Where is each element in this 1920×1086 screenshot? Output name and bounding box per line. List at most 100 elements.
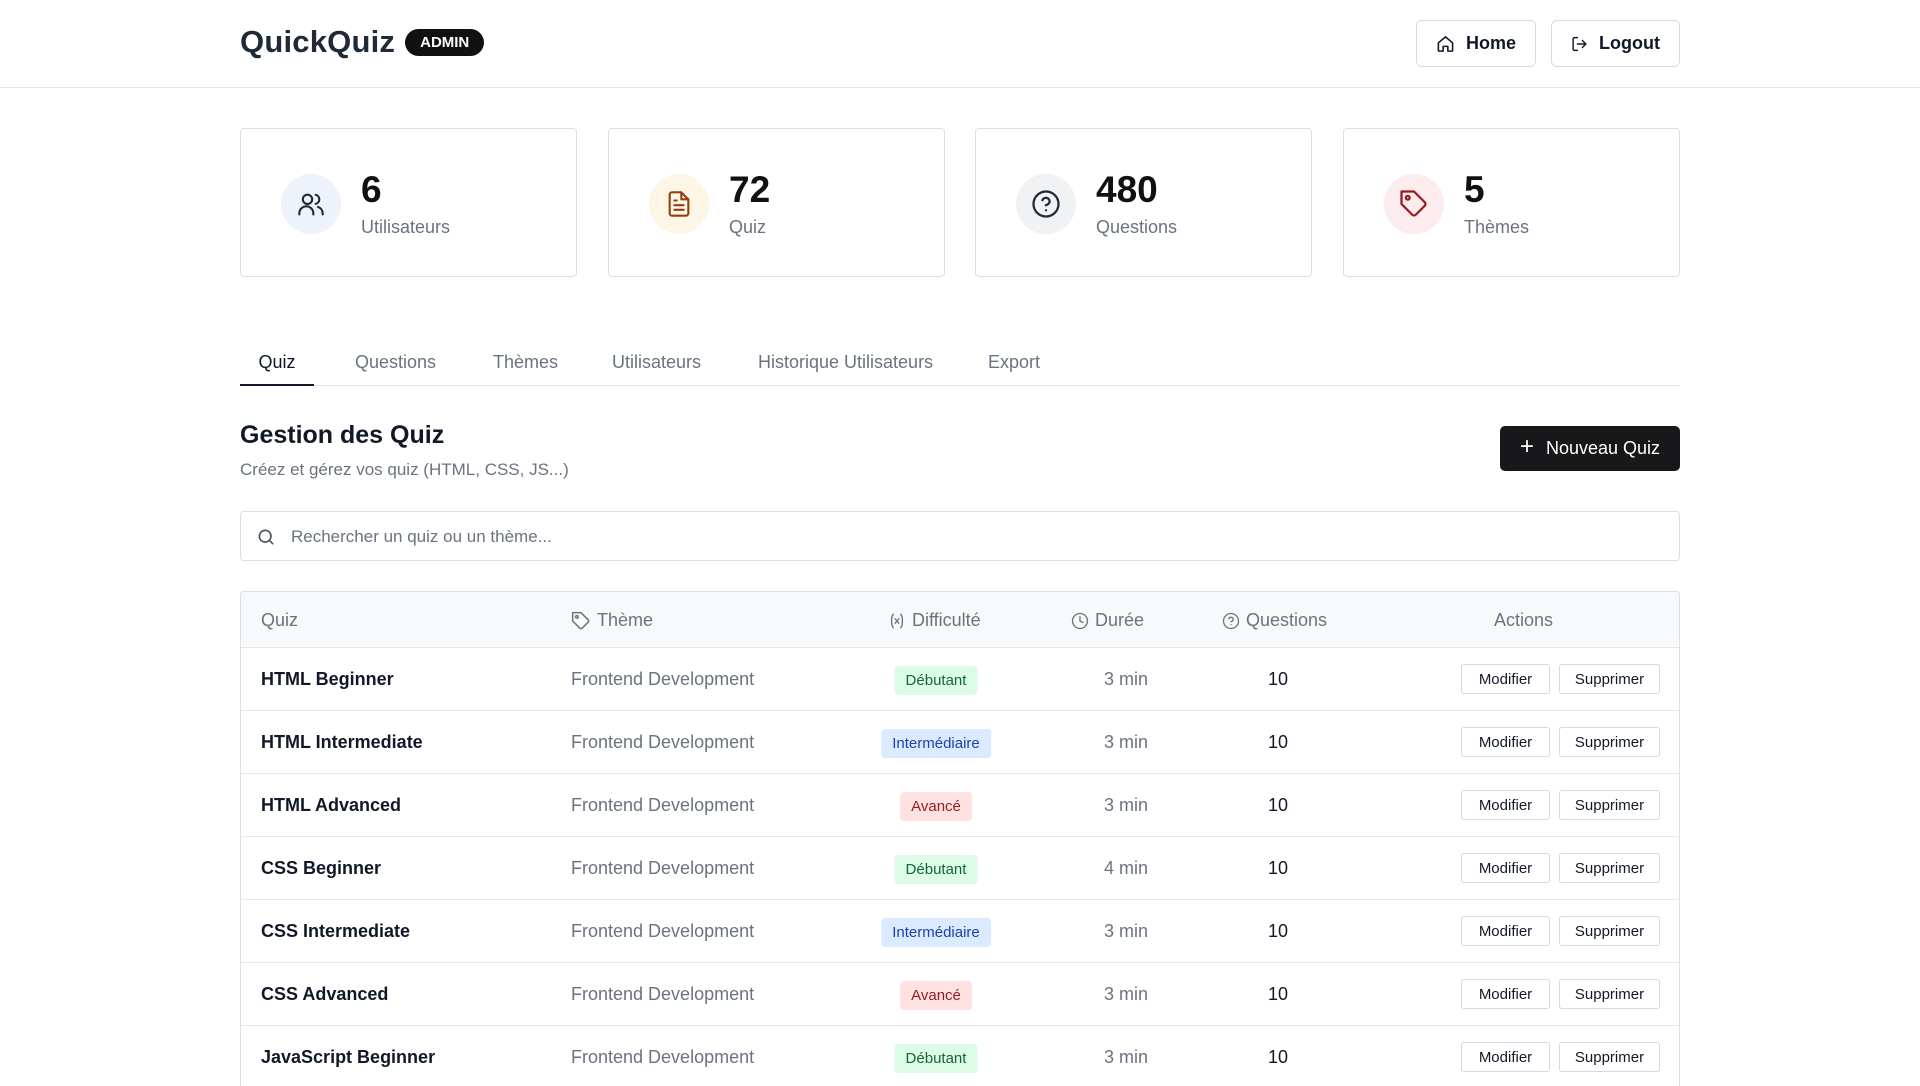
table-row: HTML Intermediate Frontend Development I…	[241, 711, 1679, 774]
quiz-table: Quiz Thème Difficulté Durée Questions Ac…	[240, 591, 1680, 1086]
quiz-theme: Frontend Development	[571, 1047, 755, 1067]
search-input[interactable]	[291, 522, 1661, 552]
edit-button[interactable]: Modifier	[1461, 853, 1550, 883]
quiz-theme: Frontend Development	[571, 858, 755, 878]
tag-icon	[571, 611, 590, 629]
stat-icon-bg	[1384, 174, 1444, 234]
logout-icon	[1572, 36, 1587, 51]
col-quiz: Quiz	[261, 610, 298, 631]
tab-bar: Quiz Questions Thèmes Utilisateurs Histo…	[240, 344, 1680, 386]
col-difficulty-label: Difficulté	[912, 610, 981, 630]
quiz-name: HTML Beginner	[261, 669, 394, 689]
edit-button[interactable]: Modifier	[1461, 1042, 1550, 1072]
delete-button[interactable]: Supprimer	[1559, 853, 1660, 883]
brand: QuickQuiz ADMIN	[240, 24, 485, 60]
difficulty-badge: Intermédiaire	[881, 729, 991, 758]
difficulty-badge: Avancé	[900, 792, 972, 821]
edit-button[interactable]: Modifier	[1461, 790, 1550, 820]
edit-button[interactable]: Modifier	[1461, 664, 1550, 694]
col-questions-label: Questions	[1246, 610, 1328, 630]
stat-label: Questions	[1096, 217, 1178, 237]
section-subtitle: Créez et gérez vos quiz (HTML, CSS, JS..…	[240, 460, 569, 479]
delete-button[interactable]: Supprimer	[1559, 1042, 1660, 1072]
new-quiz-label: Nouveau Quiz	[1545, 438, 1661, 458]
tab-export[interactable]: Export	[988, 352, 1040, 386]
stat-card-quiz: 72 Quiz	[608, 128, 945, 277]
logout-button[interactable]: Logout	[1551, 20, 1680, 67]
stat-icon-bg	[649, 174, 709, 234]
table-row: JavaScript Beginner Frontend Development…	[241, 1026, 1679, 1086]
quiz-theme: Frontend Development	[571, 921, 755, 941]
tab-quiz[interactable]: Quiz	[240, 352, 314, 386]
quiz-name: CSS Beginner	[261, 858, 382, 878]
delete-button[interactable]: Supprimer	[1559, 979, 1660, 1009]
quiz-theme: Frontend Development	[571, 732, 755, 752]
tab-users[interactable]: Utilisateurs	[612, 352, 701, 386]
home-icon	[1437, 35, 1454, 52]
quiz-name: HTML Intermediate	[261, 732, 423, 752]
admin-badge: ADMIN	[405, 28, 485, 56]
brand-title[interactable]: QuickQuiz	[240, 24, 395, 60]
col-actions: Actions	[1494, 610, 1553, 631]
edit-button[interactable]: Modifier	[1461, 916, 1550, 946]
quiz-question-count: 10	[1267, 858, 1289, 878]
quiz-duration: 3 min	[1103, 984, 1148, 1004]
quiz-question-count: 10	[1267, 795, 1289, 815]
tab-themes[interactable]: Thèmes	[493, 352, 558, 386]
stat-card-themes: 5 Thèmes	[1343, 128, 1680, 277]
quiz-question-count: 10	[1267, 669, 1289, 689]
quiz-duration: 4 min	[1103, 858, 1148, 878]
tab-questions[interactable]: Questions	[355, 352, 436, 386]
stat-card-users: 6 Utilisateurs	[240, 128, 577, 277]
table-row: CSS Intermediate Frontend Development In…	[241, 900, 1679, 963]
stat-value: 5	[1464, 169, 1485, 210]
quiz-theme: Frontend Development	[571, 795, 755, 815]
logout-label: Logout	[1599, 33, 1660, 53]
quiz-name: CSS Advanced	[261, 984, 389, 1004]
quiz-theme: Frontend Development	[571, 669, 755, 689]
tag-icon	[1400, 190, 1427, 217]
edit-button[interactable]: Modifier	[1461, 727, 1550, 757]
stat-value: 72	[729, 169, 771, 210]
variable-icon	[890, 613, 904, 628]
delete-button[interactable]: Supprimer	[1559, 727, 1660, 757]
quiz-duration: 3 min	[1103, 921, 1148, 941]
col-duration-label: Durée	[1095, 610, 1145, 630]
stat-value: 6	[361, 169, 382, 210]
difficulty-badge: Débutant	[894, 1044, 978, 1073]
col-questions: Questions	[1222, 610, 1327, 631]
home-button[interactable]: Home	[1416, 20, 1536, 67]
table-row: CSS Advanced Frontend Development Avancé…	[241, 963, 1679, 1026]
quiz-question-count: 10	[1267, 1047, 1289, 1067]
tab-user-history[interactable]: Historique Utilisateurs	[758, 352, 933, 386]
stat-label: Thèmes	[1464, 217, 1530, 237]
clock-icon	[1071, 612, 1089, 629]
quiz-name: HTML Advanced	[261, 795, 402, 815]
home-label: Home	[1465, 33, 1516, 53]
question-circle-icon	[1032, 190, 1060, 218]
edit-button[interactable]: Modifier	[1461, 979, 1550, 1009]
quiz-theme: Frontend Development	[571, 984, 755, 1004]
stat-card-questions: 480 Questions	[975, 128, 1312, 277]
stat-icon-bg	[1016, 174, 1076, 234]
quiz-duration: 3 min	[1103, 1047, 1148, 1067]
difficulty-badge: Débutant	[894, 666, 978, 695]
search-icon	[258, 529, 274, 545]
table-row: HTML Advanced Frontend Development Avanc…	[241, 774, 1679, 837]
delete-button[interactable]: Supprimer	[1559, 916, 1660, 946]
plus-icon: +	[1519, 433, 1534, 460]
quiz-duration: 3 min	[1103, 795, 1148, 815]
top-header: QuickQuiz ADMIN Home Logout	[0, 0, 1920, 88]
difficulty-badge: Avancé	[900, 981, 972, 1010]
stat-icon-bg	[281, 174, 341, 234]
stat-value: 480	[1096, 169, 1158, 210]
new-quiz-button[interactable]: + Nouveau Quiz	[1500, 426, 1680, 471]
delete-button[interactable]: Supprimer	[1559, 664, 1660, 694]
question-circle-icon	[1222, 612, 1240, 629]
quiz-name: JavaScript Beginner	[261, 1047, 436, 1067]
col-duration: Durée	[1071, 610, 1144, 631]
delete-button[interactable]: Supprimer	[1559, 790, 1660, 820]
search-bar	[240, 511, 1680, 561]
col-actions-label: Actions	[1494, 610, 1554, 630]
users-icon	[298, 193, 324, 216]
